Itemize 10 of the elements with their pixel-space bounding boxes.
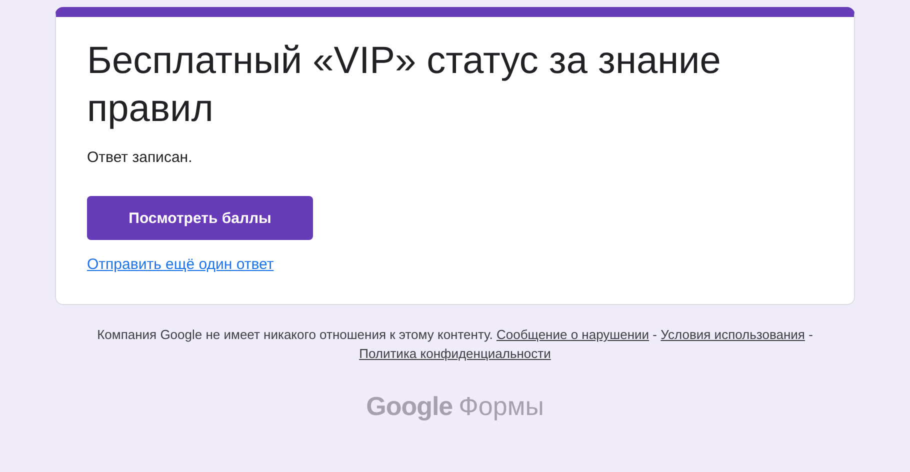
submit-another-link[interactable]: Отправить ещё один ответ bbox=[87, 256, 274, 273]
footer-link[interactable]: Политика конфиденциальности bbox=[359, 346, 551, 361]
view-score-button[interactable]: Посмотреть баллы bbox=[87, 196, 313, 240]
footer-link[interactable]: Условия использования bbox=[660, 327, 805, 342]
confirmation-message: Ответ записан. bbox=[87, 149, 194, 166]
brand-logo: Google bbox=[366, 391, 453, 422]
footer-disclaimer: Компания Google не имеет никакого отношения к этому контенту. Сообщение о нарушении - Условия использования - Политика конфиденциальности bbox=[96, 326, 814, 363]
form-title: Бесплатный «VIP» статус за знание правил bbox=[87, 39, 722, 132]
product-name: Формы bbox=[458, 391, 544, 422]
footer-link[interactable]: Сообщение о нарушении bbox=[496, 327, 650, 342]
